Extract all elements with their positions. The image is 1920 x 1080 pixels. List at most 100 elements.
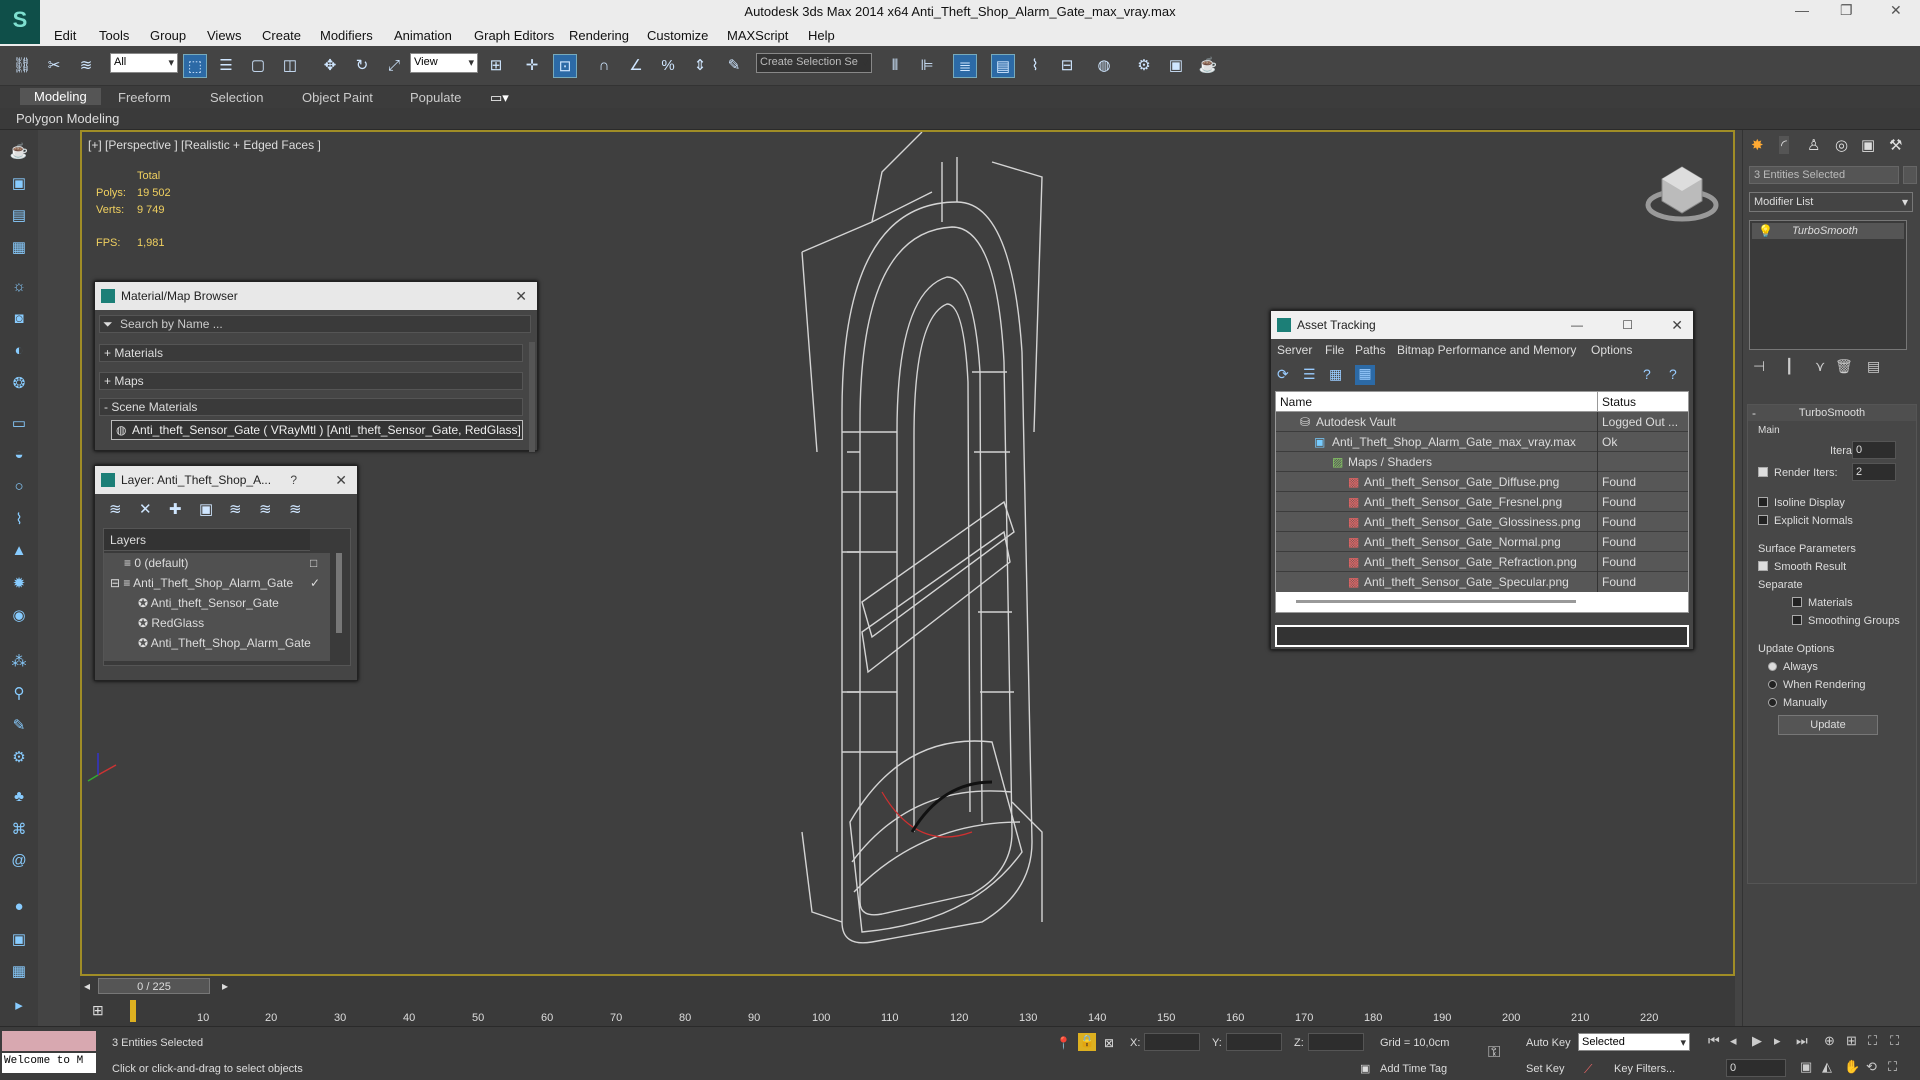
expand-icon[interactable]: ⊟ [110,576,123,590]
move-icon[interactable]: ✥ [318,54,342,78]
viewport-label[interactable]: [+] [Perspective ] [Realistic + Edged Fa… [88,138,321,152]
mirror-icon[interactable]: ⫴ [883,54,907,78]
rect-selection-icon[interactable]: ▢ [246,54,270,78]
time-slider[interactable]: 0 / 225 [98,978,210,994]
material-browser-titlebar[interactable]: Material/Map Browser ✕ [95,282,537,310]
refresh-icon[interactable]: ⟳ [1277,366,1289,383]
scene-explorer-icon[interactable]: ▣ [7,174,31,198]
window-crossing-icon[interactable]: ◫ [278,54,302,78]
schematic-view-icon[interactable]: ⊟ [1055,54,1079,78]
menu-views[interactable]: Views [207,28,241,43]
foliage-icon[interactable]: ♣ [7,788,31,812]
asset-menu-bitmap[interactable]: Bitmap Performance and Memory [1397,342,1576,358]
tab-selection[interactable]: Selection [210,90,263,105]
cylinder-icon[interactable]: ⌇ [7,510,31,534]
auto-key-button[interactable]: Auto Key [1526,1035,1571,1051]
align-icon[interactable]: ⊫ [915,54,939,78]
render-iters-spinner[interactable]: 2 [1852,463,1896,481]
app-logo-icon[interactable]: S [0,0,40,44]
scene-materials-group[interactable]: - Scene Materials [99,398,523,416]
always-radio[interactable]: Always [1768,659,1818,675]
smoothing-groups-checkbox[interactable]: Smoothing Groups [1792,613,1900,629]
zoom-icon[interactable]: ⊕ [1824,1033,1835,1049]
table-row[interactable]: ▩ Anti_theft_Sensor_Gate_Glossiness.png … [1276,512,1688,532]
layer-scrollbar[interactable] [336,553,342,633]
table-row[interactable]: ▩ Anti_theft_Sensor_Gate_Normal.png Foun… [1276,532,1688,552]
selection-lock-icon[interactable]: 🔒 [1078,1033,1096,1051]
maxscript-listener-pink[interactable] [2,1031,96,1051]
show-end-result-icon[interactable]: ┃ [1785,358,1793,375]
angle-snap-icon[interactable]: ∠ [624,54,648,78]
pivot-icon[interactable]: ⊞ [484,54,508,78]
layer-object-item[interactable]: ✪ RedGlass [138,615,204,631]
rotate-icon[interactable]: ↻ [350,54,374,78]
render-iters-checkbox[interactable]: Render Iters: [1758,465,1838,481]
named-selection-dropdown[interactable]: Create Selection Se [756,53,872,73]
current-frame-field[interactable]: 0 [1726,1059,1786,1077]
materials-checkbox[interactable]: Materials [1792,595,1853,611]
sphere-icon[interactable]: ◒ [7,446,31,470]
next-key-icon[interactable]: ▸ [1774,1033,1781,1049]
lightbulb-icon[interactable]: 💡 [1758,223,1773,239]
selection-filter-dropdown[interactable]: All [110,53,178,73]
update-button[interactable]: Update [1778,715,1878,735]
vray-icon[interactable]: ▦ [7,962,31,986]
box-icon[interactable]: ▭ [7,414,31,438]
spacewarp-icon[interactable]: ❂ [7,374,31,398]
go-to-end-icon[interactable]: ⏭ [1796,1033,1808,1049]
stack-item-turbosmooth[interactable]: 💡 TurboSmooth [1752,223,1904,239]
material-editor-icon[interactable]: ◍ [1092,54,1116,78]
table-row[interactable]: ▩ Anti_theft_Sensor_Gate_Fresnel.png Fou… [1276,492,1688,512]
sheet-icon[interactable]: ▤ [7,206,31,230]
unlink-icon[interactable]: ✂ [42,54,66,78]
zoom-all-icon[interactable]: ⊞ [1846,1033,1857,1049]
ribbon-options-icon[interactable]: ▭▾ [490,90,509,106]
track-bar[interactable]: ⊞ 10 20 30 40 50 60 70 80 90 100 110 120… [80,996,1735,1026]
layer-item[interactable]: ≡ 0 (default) [124,555,188,571]
camera-icon[interactable]: ◙ [7,310,31,334]
close-icon[interactable]: ✕ [335,466,347,494]
key-mode-dropdown[interactable]: Selected [1578,1033,1690,1051]
motion-tab-icon[interactable]: ◎ [1835,136,1848,154]
z-coordinate-field[interactable] [1308,1033,1364,1051]
table-row[interactable]: ▩ Anti_theft_Sensor_Gate_Diffuse.png Fou… [1276,472,1688,492]
help-icon[interactable]: ? [1643,366,1651,382]
y-coordinate-field[interactable] [1226,1033,1282,1051]
absolute-mode-icon[interactable]: ⊠ [1104,1035,1114,1051]
table-row[interactable]: ⛁ Autodesk Vault Logged Out ... [1276,412,1688,432]
teapot-icon[interactable]: ☕ [7,142,31,166]
next-frame-icon[interactable]: ▸ [222,978,228,994]
maximize-viewport-icon[interactable]: ⛶ [1888,1059,1897,1075]
when-rendering-radio[interactable]: When Rendering [1768,677,1866,693]
select-by-name-icon[interactable]: ☰ [214,54,238,78]
material-list-item[interactable]: ◍ Anti_theft_Sensor_Gate ( VRayMtl ) [An… [111,420,523,440]
scale-icon[interactable]: ⤢ [382,54,406,78]
material-browser-scrollbar[interactable] [529,342,535,452]
freeze-all-icon[interactable]: ≋ [289,500,302,518]
layer-item[interactable]: ⊟ ≡ Anti_Theft_Shop_Alarm_Gate [110,575,293,591]
spinner-snap-icon[interactable]: ⇕ [688,54,712,78]
grid-icon[interactable]: ▦ [7,238,31,262]
manipulate-icon[interactable]: ✛ [520,54,544,78]
menu-tools[interactable]: Tools [99,28,129,43]
layer-manager-icon[interactable]: ≣ [953,54,977,78]
current-layer-check-icon[interactable]: ✓ [310,575,320,591]
table-row[interactable]: ▨ Maps / Shaders [1276,452,1688,472]
pan-icon[interactable]: ✋ [1844,1059,1860,1075]
render-frame-icon[interactable]: ▣ [7,930,31,954]
helper-icon[interactable]: ◐ [7,342,31,366]
add-time-tag[interactable]: Add Time Tag [1380,1061,1447,1077]
menu-group[interactable]: Group [150,28,186,43]
time-config-icon[interactable]: ▣ [1800,1059,1812,1075]
orbit-icon[interactable]: ⟲ [1866,1059,1877,1075]
menu-help[interactable]: Help [808,28,835,43]
expand-icon[interactable]: ▸ [7,996,31,1020]
prev-frame-icon[interactable]: ◂ [84,978,90,994]
go-to-start-icon[interactable]: ⏮ [1708,1033,1720,1049]
maxscript-mini-listener[interactable]: Welcome to M [2,1053,96,1073]
menu-graph-editors[interactable]: Graph Editors [474,28,554,43]
torus-icon[interactable]: ◉ [7,606,31,630]
ribbon-toggle-icon[interactable]: ▤ [991,54,1015,78]
paint-icon[interactable]: ✎ [7,716,31,740]
table-row[interactable]: ▣ Anti_Theft_Shop_Alarm_Gate_max_vray.ma… [1276,432,1688,452]
